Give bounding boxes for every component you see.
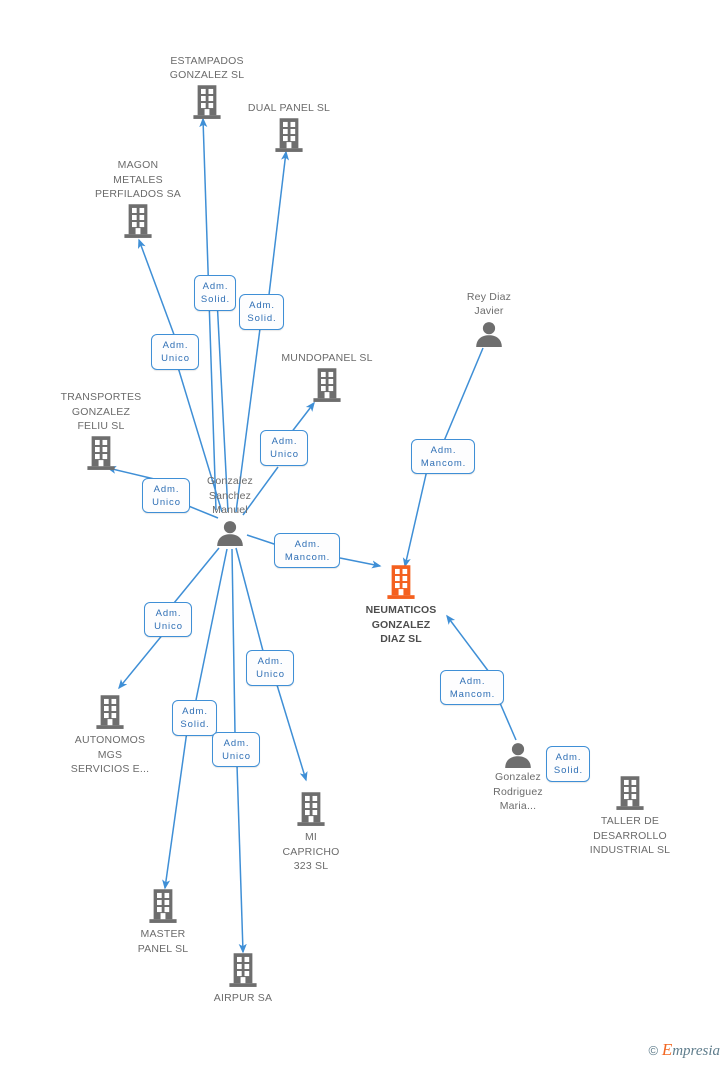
building-icon [149, 889, 177, 923]
relation-tag-transportes[interactable]: Adm. Unico [142, 478, 190, 513]
relation-edge-gonzalezsm-to-airpur [231, 548, 236, 734]
relation-edge-reydiaz-to-neumaticos [443, 347, 484, 442]
node-label: MAGON METALES PERFILADOS SA [94, 159, 182, 201]
relation-edge-reydiaz-to-neumaticos [402, 469, 428, 568]
building-icon [616, 776, 644, 810]
company-icon[interactable] [236, 792, 386, 828]
person-icon [476, 322, 502, 347]
graph-node-taller[interactable]: TALLER DE DESARROLLO INDUSTRIAL SL [555, 776, 705, 858]
copyright-symbol: © [648, 1043, 659, 1058]
node-label: TALLER DE DESARROLLO INDUSTRIAL SL [589, 815, 671, 857]
company-icon[interactable] [35, 695, 185, 731]
company-icon[interactable] [26, 436, 176, 472]
graph-node-dualpanel[interactable]: DUAL PANEL SL [214, 101, 364, 154]
relation-edge-gonzalezsm-to-micapricho [276, 684, 308, 782]
relation-tag-dualpanel[interactable]: Adm. Solid. [239, 294, 284, 330]
building-icon [124, 204, 152, 238]
company-icon[interactable] [168, 953, 318, 989]
relation-edge-gonzalezrm-to-neumaticos [499, 702, 517, 741]
node-label: MUNDOPANEL SL [281, 352, 373, 365]
company-icon[interactable] [214, 118, 364, 154]
relation-tag-grm-neum[interactable]: Adm. Mancom. [440, 670, 504, 705]
node-label: ESTAMPADOS GONZALEZ SL [169, 54, 245, 82]
node-label: MI CAPRICHO 323 SL [282, 831, 340, 873]
focus-company-icon[interactable] [326, 565, 476, 601]
relation-tag-micapricho[interactable]: Adm. Unico [246, 650, 294, 686]
graph-node-transportes[interactable]: TRANSPORTES GONZALEZ FELIU SL [26, 390, 176, 472]
graph-node-airpur[interactable]: AIRPUR SA [168, 953, 318, 1006]
node-label: MASTER PANEL SL [137, 928, 189, 955]
building-icon [387, 565, 415, 599]
relation-edge-gonzalezsm-to-micapricho [235, 547, 264, 652]
brand-initial: E [661, 1040, 673, 1059]
company-icon[interactable] [252, 368, 402, 404]
relation-tag-gsm-neum[interactable]: Adm. Mancom. [274, 533, 340, 568]
company-icon[interactable] [63, 204, 213, 240]
relation-tag-magon[interactable]: Adm. Unico [151, 334, 199, 370]
graph-node-magon[interactable]: MAGON METALES PERFILADOS SA [63, 158, 213, 240]
building-icon [96, 695, 124, 729]
relation-tag-taller[interactable]: Adm. Solid. [546, 746, 590, 782]
relation-tag-airpur[interactable]: Adm. Unico [212, 732, 260, 767]
graph-node-masterpanel[interactable]: MASTER PANEL SL [88, 889, 238, 956]
relation-tag-reydiaz[interactable]: Adm. Mancom. [411, 439, 475, 474]
brand-name: mpresia [672, 1043, 720, 1059]
node-label: AIRPUR SA [213, 992, 273, 1004]
relation-tag-masterpanel[interactable]: Adm. Solid. [172, 700, 217, 736]
node-label: NEUMATICOS GONZALEZ DIAZ SL [365, 604, 437, 646]
node-label: DUAL PANEL SL [247, 102, 331, 115]
person-icon [217, 521, 243, 546]
building-icon [275, 118, 303, 152]
company-icon[interactable] [88, 889, 238, 925]
node-label: Rey Diaz Javier [466, 290, 512, 318]
building-icon [297, 792, 325, 826]
node-label: AUTONOMOS MGS SERVICIOS E... [70, 734, 150, 776]
empresia-watermark: © Empresia [648, 1041, 720, 1060]
graph-node-reydiaz[interactable]: Rey Diaz Javier [414, 290, 564, 347]
relation-edge-gonzalezsm-to-autonomos [118, 632, 165, 690]
building-icon [87, 436, 115, 470]
node-label: TRANSPORTES GONZALEZ FELIU SL [60, 391, 142, 433]
building-icon [229, 953, 257, 987]
person-icon [505, 743, 531, 768]
graph-node-neumaticos[interactable]: NEUMATICOS GONZALEZ DIAZ SL [326, 565, 476, 647]
graph-node-micapricho[interactable]: MI CAPRICHO 323 SL [236, 792, 386, 874]
person-avatar[interactable] [414, 321, 564, 347]
relations-diagram-canvas: ESTAMPADOS GONZALEZ SL DUAL PANEL SL MAGON… [0, 0, 728, 1070]
relation-tag-estampados[interactable]: Adm. Solid. [194, 275, 236, 311]
graph-node-mundopanel[interactable]: MUNDOPANEL SL [252, 351, 402, 404]
relation-edge-gonzalezsm-to-masterpanel [195, 548, 228, 701]
building-icon [313, 368, 341, 402]
relation-tag-autonomos[interactable]: Adm. Unico [144, 602, 192, 637]
relation-edge-gonzalezsm-to-autonomos [173, 547, 220, 604]
relation-tag-mundopanel[interactable]: Adm. Unico [260, 430, 308, 466]
graph-node-autonomos[interactable]: AUTONOMOS MGS SERVICIOS E... [35, 695, 185, 777]
relation-edge-gonzalezsm-to-magon [138, 238, 177, 341]
